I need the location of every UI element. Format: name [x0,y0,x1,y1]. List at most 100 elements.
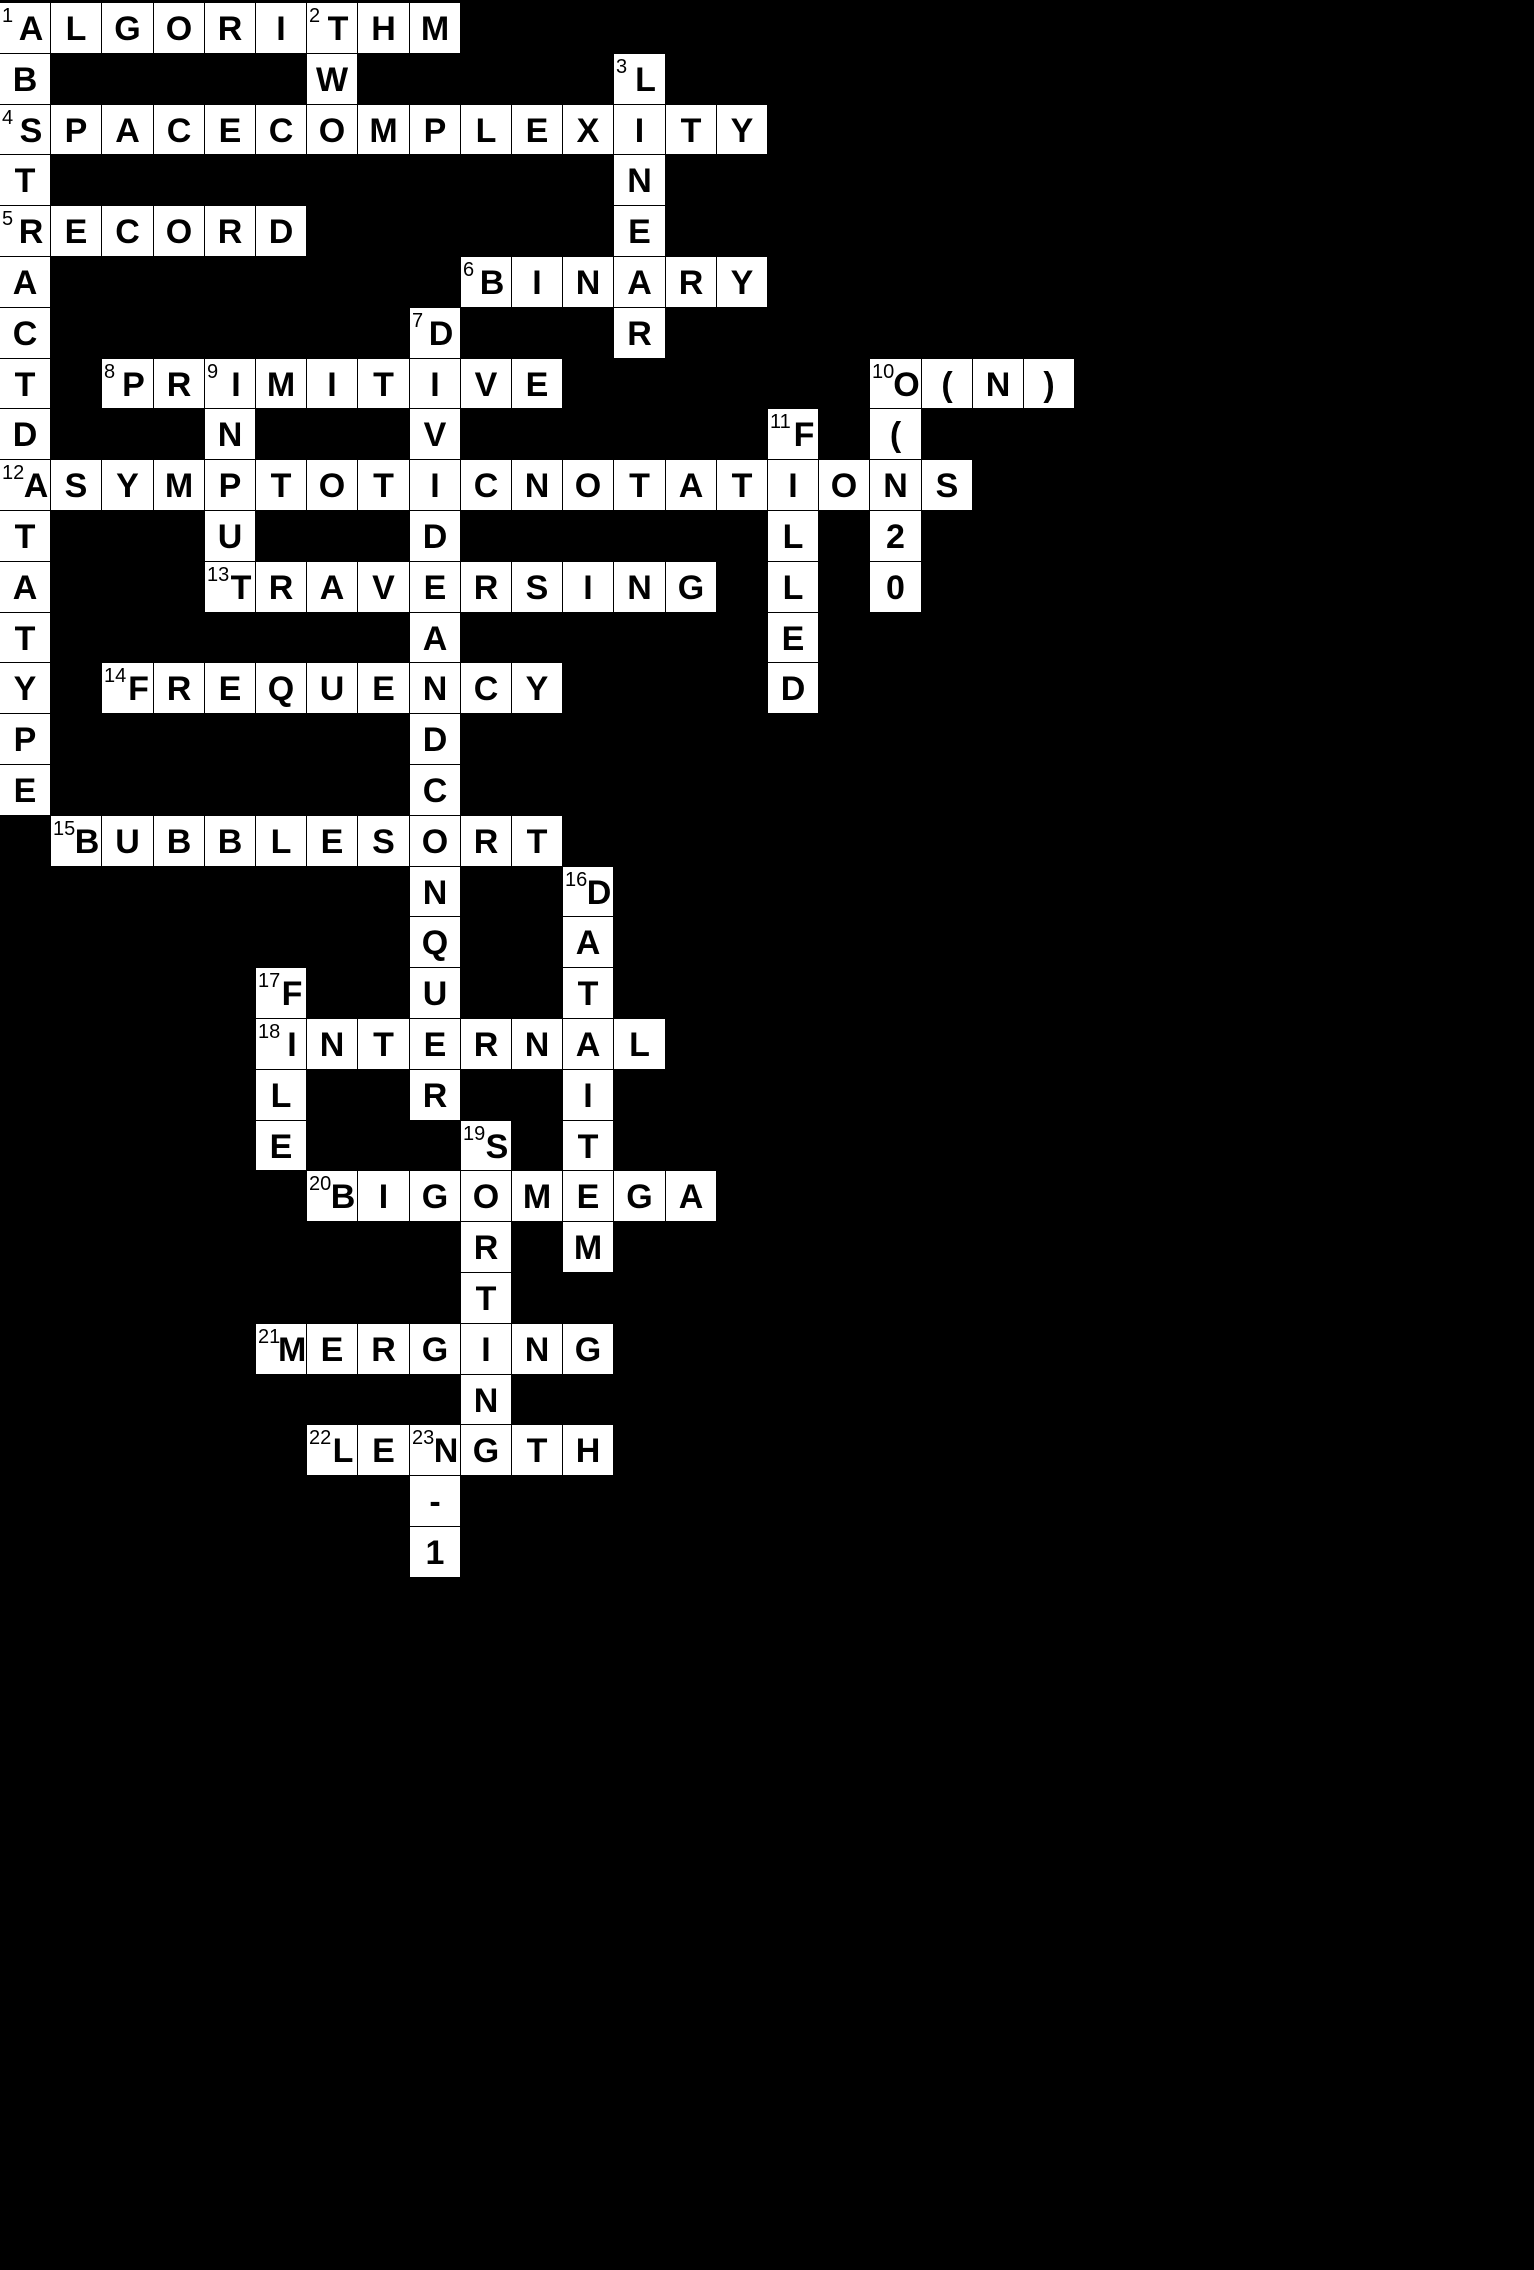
grid-cell[interactable]: E [306,815,358,867]
grid-cell[interactable]: T [357,358,410,409]
grid-cell[interactable]: 2 [869,510,922,562]
grid-cell[interactable]: L3 [613,53,666,105]
grid-cell[interactable]: B [204,815,256,867]
grid-cell[interactable]: N [409,662,461,714]
grid-cell[interactable]: D [767,662,819,714]
grid-cell[interactable]: Y [716,256,768,308]
grid-cell[interactable]: R [460,1018,512,1070]
grid-cell[interactable]: C [460,459,512,511]
grid-cell[interactable]: A [306,561,358,613]
grid-cell[interactable]: - [409,1475,461,1527]
grid-cell[interactable]: T2 [306,2,358,54]
grid-cell[interactable]: A [0,561,51,613]
grid-cell[interactable]: R [255,561,307,613]
grid-cell[interactable]: F 11 [767,408,819,460]
grid-cell[interactable]: Y [0,662,51,714]
grid-cell[interactable]: M 21 [255,1323,307,1375]
grid-cell[interactable]: R [204,205,256,257]
grid-cell[interactable]: O 10 [869,358,922,409]
grid-cell[interactable]: G [409,1323,461,1375]
grid-cell[interactable]: M [409,2,461,54]
grid-cell[interactable]: I [255,2,307,54]
grid-cell[interactable]: P [0,713,51,765]
grid-cell[interactable]: A1 [0,2,51,54]
grid-cell[interactable]: L [255,815,307,867]
grid-cell[interactable]: C [101,205,154,257]
grid-cell[interactable]: I9 [204,358,256,409]
grid-cell[interactable]: I [409,358,461,409]
grid-cell[interactable]: M [357,104,410,155]
grid-cell[interactable]: N 23 [409,1424,461,1476]
grid-cell[interactable]: T [255,459,307,511]
grid-cell[interactable]: L [460,104,512,155]
grid-cell[interactable]: L 22 [306,1424,358,1476]
grid-cell[interactable]: N [511,459,563,511]
grid-cell[interactable]: E [0,764,51,816]
grid-cell[interactable]: I [562,561,614,613]
grid-cell[interactable]: R [153,358,205,409]
grid-cell[interactable]: R [153,662,205,714]
grid-cell[interactable]: C [460,662,512,714]
grid-cell[interactable]: ) [1023,358,1075,409]
grid-cell[interactable]: I 18 [255,1018,307,1070]
grid-cell[interactable]: O [153,205,205,257]
grid-cell[interactable]: D [409,713,461,765]
grid-cell[interactable]: E [204,104,256,155]
grid-cell[interactable]: I [460,1323,512,1375]
grid-cell[interactable]: R [460,561,512,613]
grid-cell[interactable]: A [613,256,666,308]
grid-cell[interactable]: P8 [101,358,154,409]
grid-cell[interactable]: N [409,866,461,917]
grid-cell[interactable]: D7 [409,307,461,359]
grid-cell[interactable]: B 20 [306,1170,358,1222]
grid-cell[interactable]: E [409,1018,461,1070]
grid-cell[interactable]: E [204,662,256,714]
grid-cell[interactable]: H [562,1424,614,1476]
grid-cell[interactable]: D [255,205,307,257]
grid-cell[interactable]: D [409,510,461,562]
grid-cell[interactable]: N [306,1018,358,1070]
grid-cell[interactable]: R [613,307,666,359]
grid-cell[interactable]: I [306,358,358,409]
grid-cell[interactable]: S [50,459,102,511]
grid-cell[interactable]: L [767,561,819,613]
grid-cell[interactable]: N [869,459,922,511]
grid-cell[interactable]: L [255,1069,307,1121]
grid-cell[interactable]: C [153,104,205,155]
grid-cell[interactable]: A [409,612,461,663]
grid-cell[interactable]: V [460,358,512,409]
grid-cell[interactable]: T [562,1120,614,1171]
grid-cell[interactable]: G [101,2,154,54]
grid-cell[interactable]: I [562,1069,614,1121]
grid-cell[interactable]: E [409,561,461,613]
grid-cell[interactable]: L [613,1018,666,1070]
grid-cell[interactable]: T [0,358,51,409]
grid-cell[interactable]: R [204,2,256,54]
grid-cell[interactable]: S 19 [460,1120,512,1171]
grid-cell[interactable]: A [665,1170,717,1222]
grid-cell[interactable]: R [460,815,512,867]
grid-cell[interactable]: F 17 [255,967,307,1019]
grid-cell[interactable]: E [357,662,410,714]
grid-cell[interactable]: E [255,1120,307,1171]
grid-cell[interactable]: O [818,459,870,511]
grid-cell[interactable]: ( [921,358,973,409]
grid-cell[interactable]: D 16 [562,866,614,917]
grid-cell[interactable]: O [153,2,205,54]
grid-cell[interactable]: Q [255,662,307,714]
grid-cell[interactable]: T [0,154,51,206]
grid-cell[interactable]: N [511,1018,563,1070]
grid-cell[interactable]: R [409,1069,461,1121]
grid-cell[interactable]: B 15 [50,815,102,867]
grid-cell[interactable]: V [409,408,461,460]
grid-cell[interactable]: B [0,53,51,105]
grid-cell[interactable]: V [357,561,410,613]
grid-cell[interactable]: O [306,459,358,511]
grid-cell[interactable]: ( [869,408,922,460]
grid-cell[interactable]: T [716,459,768,511]
grid-cell[interactable]: A [562,916,614,968]
grid-cell[interactable]: P [204,459,256,511]
grid-cell[interactable]: T 13 [204,561,256,613]
grid-cell[interactable]: N [511,1323,563,1375]
grid-cell[interactable]: A [101,104,154,155]
